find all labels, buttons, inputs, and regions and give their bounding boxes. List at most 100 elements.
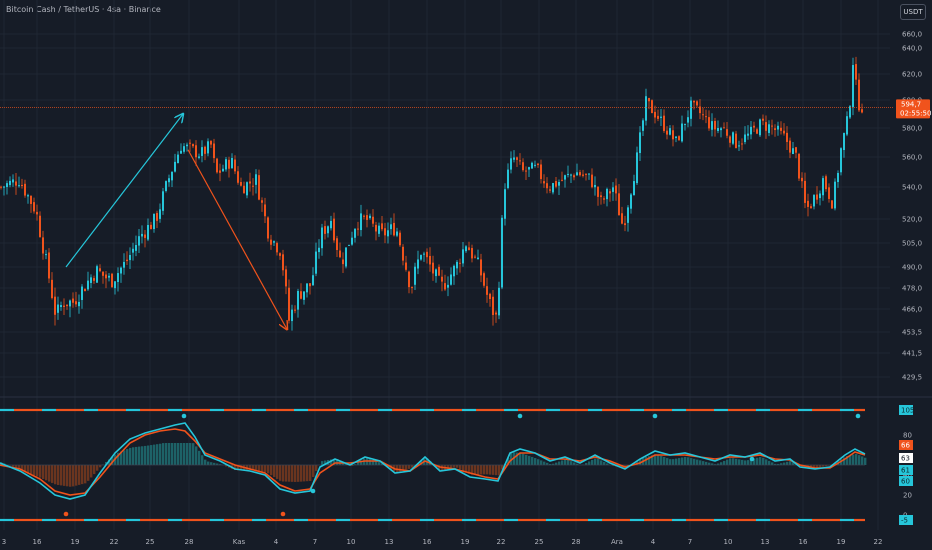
candle-body [495, 312, 497, 315]
candle-body [444, 283, 446, 290]
histogram-bar [309, 465, 312, 481]
candle-body [60, 305, 62, 308]
candle-body [705, 116, 707, 118]
time-axis[interactable]: 3 16 19 22 25 28 Kas 4 7 10 13 16 19 22 25 28 Ara 4 7 10 13 1… [2, 538, 883, 546]
candle-body [96, 266, 98, 283]
histogram-bar [306, 465, 309, 482]
candle-body [624, 223, 626, 226]
osc-tick-label: 20 [903, 492, 912, 500]
candle-body [780, 127, 782, 131]
candle-body [33, 202, 35, 212]
candle-body [396, 231, 398, 236]
candle-body [228, 159, 230, 169]
candle-body [714, 120, 716, 130]
candle-body [846, 116, 848, 135]
candle-body [129, 254, 131, 261]
histogram-bar [768, 460, 771, 465]
histogram-bar [150, 445, 153, 465]
candle-body [669, 128, 671, 135]
candle-body [114, 281, 116, 289]
candle-body [654, 111, 656, 118]
candle-body [648, 98, 650, 102]
candle-body [561, 179, 563, 181]
candle-body [99, 268, 101, 272]
osc-tick-label: 80 [903, 432, 912, 440]
candle-body [3, 186, 5, 188]
histogram-bar [735, 458, 738, 465]
candle-body [612, 187, 614, 192]
histogram-bar [39, 465, 42, 478]
candle-body [126, 259, 128, 262]
osc-value-label: 61 [901, 467, 910, 475]
candle-body [156, 213, 158, 221]
candle-body [720, 128, 722, 131]
candle-body [186, 144, 188, 147]
candle-body [189, 142, 191, 144]
candle-body [507, 169, 509, 189]
candle-body [597, 186, 599, 197]
candle-body [627, 207, 629, 223]
candle-body [180, 150, 182, 154]
histogram-bar [486, 465, 489, 475]
candle-body [858, 79, 860, 111]
histogram-bar [369, 458, 372, 465]
date-label: 28 [185, 538, 194, 546]
candle-body [834, 181, 836, 209]
histogram-bar [72, 465, 75, 487]
candle-body [768, 124, 770, 133]
histogram-bar [183, 443, 186, 465]
candle-body [465, 246, 467, 252]
candle-body [222, 168, 224, 172]
histogram-bar [756, 457, 759, 465]
candle-body [849, 106, 851, 118]
candle-body [102, 271, 104, 276]
date-label: 3 [2, 538, 6, 546]
signal-dot [280, 511, 286, 517]
price-tick-label: 490,0 [902, 264, 922, 272]
candle-body [201, 147, 203, 156]
candle-body [45, 254, 47, 256]
candle-body [741, 143, 743, 145]
candlestick-series [0, 56, 863, 331]
date-label: 10 [347, 538, 356, 546]
price-tick-label: 429,5 [902, 374, 922, 382]
candle-body [819, 193, 821, 199]
candle-body [486, 286, 488, 295]
signal-dot [63, 511, 69, 517]
candle-body [582, 174, 584, 176]
histogram-bar [84, 465, 87, 484]
price-tick-label: 520,0 [902, 216, 922, 224]
histogram-bar [732, 458, 735, 465]
date-label: 7 [313, 538, 317, 546]
oscillator-axis[interactable]: 804020010566636160-5 [899, 405, 914, 525]
candle-body [807, 200, 809, 207]
histogram-bar [462, 465, 465, 471]
histogram-bar [408, 465, 411, 469]
last-price-label: 594,7 [901, 100, 921, 108]
candle-body [165, 181, 167, 191]
candle-body [345, 247, 347, 267]
candle-body [192, 144, 194, 147]
histogram-bar [276, 465, 279, 479]
candle-body [69, 300, 71, 307]
histogram-bar [180, 443, 183, 465]
chart-canvas[interactable]: 660,0640,0620,0600,0580,0560,0540,0520,0… [0, 0, 932, 550]
candle-body [663, 115, 665, 132]
histogram-bar [657, 454, 660, 465]
candle-body [27, 195, 29, 197]
candle-body [477, 257, 479, 260]
candle-body [111, 273, 113, 288]
histogram-bar [291, 465, 294, 482]
histogram-bar [696, 459, 699, 465]
candle-body [78, 301, 80, 307]
price-axis[interactable]: 660,0640,0620,0600,0580,0560,0540,0520,0… [902, 31, 922, 382]
candle-body [0, 186, 2, 188]
candle-body [690, 100, 692, 119]
candle-body [249, 181, 251, 184]
histogram-bar [141, 446, 144, 465]
candle-body [279, 253, 281, 256]
candle-body [513, 157, 515, 160]
histogram-bar [147, 445, 150, 465]
candle-body [342, 259, 344, 265]
histogram-bar [726, 459, 729, 465]
